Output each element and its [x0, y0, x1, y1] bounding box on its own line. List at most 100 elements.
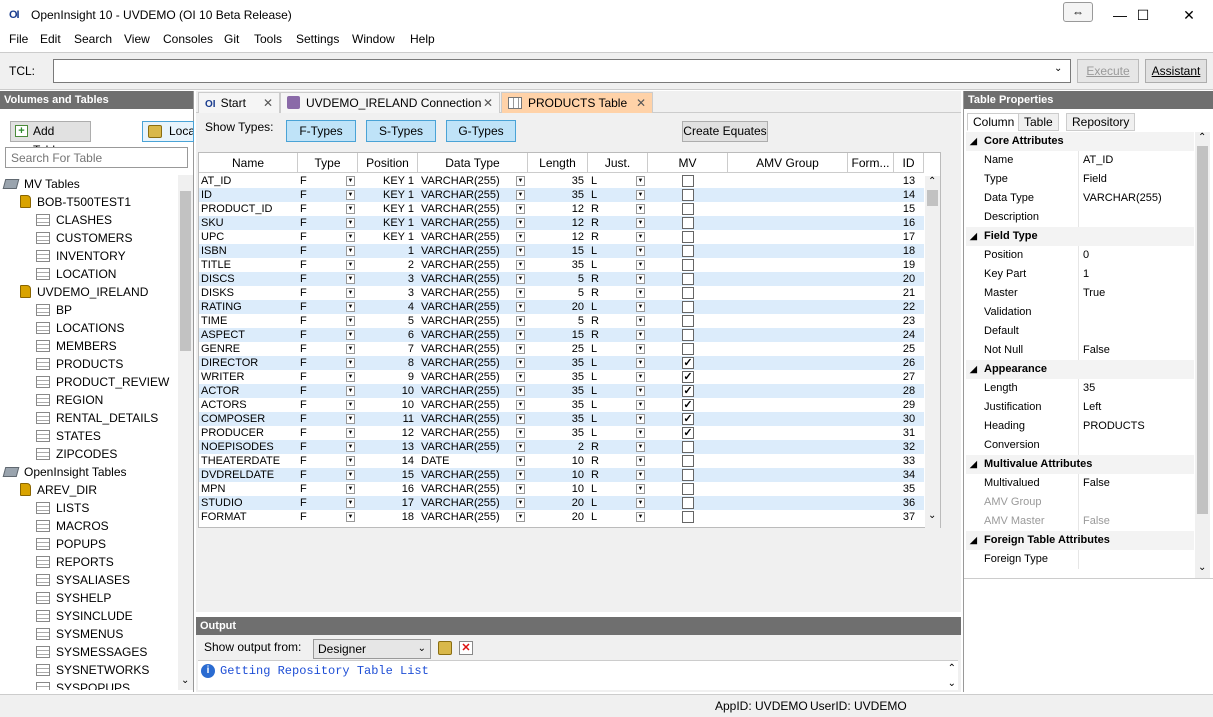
dropdown-arrow-icon[interactable]: ▼ [516, 246, 525, 256]
table-row[interactable]: ACTOR F ▼ 10 VARCHAR(255) ▼ 35 L ▼ ✓ 28 [199, 384, 924, 398]
cell-length[interactable]: 35 [528, 370, 584, 384]
cell-length[interactable]: 35 [528, 426, 584, 440]
cell-data-type[interactable]: VARCHAR(255) [421, 398, 511, 412]
dropdown-arrow-icon[interactable]: ▼ [636, 176, 645, 186]
cell-position[interactable]: 10 [358, 398, 414, 412]
table-row[interactable]: AT_ID F ▼ KEY 1 VARCHAR(255) ▼ 35 L ▼ 13 [199, 174, 924, 188]
tree-item-group[interactable]: MV Tables [2, 175, 80, 193]
cell-type[interactable]: F [300, 510, 340, 524]
cell-length[interactable]: 20 [528, 300, 584, 314]
col-header-id[interactable]: ID [894, 153, 924, 173]
property-value[interactable]: AT_ID [1083, 151, 1113, 170]
cell-position[interactable]: 13 [358, 440, 414, 454]
col-header-amv-group[interactable]: AMV Group [728, 153, 848, 173]
property-value[interactable]: False [1083, 474, 1110, 493]
table-row[interactable]: ISBN F ▼ 1 VARCHAR(255) ▼ 15 L ▼ 18 [199, 244, 924, 258]
menu-git[interactable]: Git [224, 32, 239, 46]
dropdown-arrow-icon[interactable]: ▼ [516, 484, 525, 494]
tree-item-volume[interactable]: BOB-T500TEST1 [20, 193, 131, 211]
tree-item-table[interactable]: POPUPS [36, 535, 106, 553]
dropdown-arrow-icon[interactable]: ▼ [346, 190, 355, 200]
tree-item-table[interactable]: SYSALIASES [36, 571, 130, 589]
cell-type[interactable]: F [300, 356, 340, 370]
cell-name[interactable]: WRITER [201, 370, 296, 384]
cell-id[interactable]: 30 [896, 412, 922, 426]
chevron-up-icon[interactable]: ⌃ [928, 176, 936, 187]
dropdown-arrow-icon[interactable]: ▼ [516, 414, 525, 424]
dropdown-arrow-icon[interactable]: ▼ [516, 316, 525, 326]
dropdown-arrow-icon[interactable]: ▼ [516, 470, 525, 480]
mv-checkbox[interactable] [682, 441, 694, 453]
dropdown-arrow-icon[interactable]: ▼ [346, 428, 355, 438]
table-row[interactable]: NOEPISODES F ▼ 13 VARCHAR(255) ▼ 2 R ▼ 32 [199, 440, 924, 454]
cell-data-type[interactable]: VARCHAR(255) [421, 412, 511, 426]
dropdown-arrow-icon[interactable]: ▼ [636, 218, 645, 228]
table-row[interactable]: COMPOSER F ▼ 11 VARCHAR(255) ▼ 35 L ▼ ✓ 30 [199, 412, 924, 426]
cell-id[interactable]: 27 [896, 370, 922, 384]
tree-item-table[interactable]: SYSINCLUDE [36, 607, 133, 625]
property-row[interactable]: Multivalued False [966, 474, 1194, 493]
dropdown-arrow-icon[interactable]: ▼ [636, 484, 645, 494]
property-section[interactable]: ◢ Appearance [966, 360, 1194, 379]
tree-item-table[interactable]: SYSMENUS [36, 625, 123, 643]
mv-checkbox[interactable] [682, 497, 694, 509]
cell-id[interactable]: 34 [896, 468, 922, 482]
tree-item-table[interactable]: BP [36, 301, 72, 319]
table-row[interactable]: TIME F ▼ 5 VARCHAR(255) ▼ 5 R ▼ 23 [199, 314, 924, 328]
tree-item-table[interactable]: MACROS [36, 517, 109, 535]
table-row[interactable]: PRODUCER F ▼ 12 VARCHAR(255) ▼ 35 L ▼ ✓ 31 [199, 426, 924, 440]
cell-type[interactable]: F [300, 426, 340, 440]
cell-id[interactable]: 17 [896, 230, 922, 244]
property-value[interactable]: Field [1083, 170, 1107, 189]
dropdown-arrow-icon[interactable]: ▼ [516, 428, 525, 438]
collapse-icon[interactable]: ◢ [970, 227, 977, 246]
cell-data-type[interactable]: VARCHAR(255) [421, 370, 511, 384]
cell-id[interactable]: 36 [896, 496, 922, 510]
dropdown-arrow-icon[interactable]: ▼ [516, 190, 525, 200]
cell-data-type[interactable]: VARCHAR(255) [421, 328, 511, 342]
cell-name[interactable]: ID [201, 188, 296, 202]
create-equates-button[interactable]: Create Equates [682, 121, 768, 142]
collapse-icon[interactable]: ◢ [970, 531, 977, 550]
cell-name[interactable]: ASPECT [201, 328, 296, 342]
property-row[interactable]: Default [966, 322, 1194, 341]
dropdown-arrow-icon[interactable]: ▼ [636, 414, 645, 424]
dropdown-arrow-icon[interactable]: ▼ [346, 176, 355, 186]
dropdown-arrow-icon[interactable]: ▼ [636, 232, 645, 242]
dropdown-arrow-icon[interactable]: ▼ [346, 274, 355, 284]
cell-name[interactable]: DIRECTOR [201, 356, 296, 370]
cell-just[interactable]: R [591, 216, 621, 230]
copy-output-icon[interactable] [438, 641, 452, 655]
dropdown-arrow-icon[interactable]: ▼ [346, 288, 355, 298]
mv-checkbox[interactable]: ✓ [682, 385, 694, 397]
dropdown-arrow-icon[interactable]: ▼ [346, 260, 355, 270]
cell-length[interactable]: 12 [528, 216, 584, 230]
menu-consoles[interactable]: Consoles [163, 32, 213, 46]
dropdown-arrow-icon[interactable]: ▼ [346, 218, 355, 228]
cell-position[interactable]: 4 [358, 300, 414, 314]
tree-item-volume[interactable]: UVDEMO_IRELAND [20, 283, 148, 301]
cell-id[interactable]: 31 [896, 426, 922, 440]
tree-item-table[interactable]: ZIPCODES [36, 445, 117, 463]
tree-item-table[interactable]: REPORTS [36, 553, 114, 571]
tree-item-table[interactable]: CUSTOMERS [36, 229, 132, 247]
property-row[interactable]: Master True [966, 284, 1194, 303]
cell-name[interactable]: AT_ID [201, 174, 296, 188]
chevron-down-icon[interactable]: ⌄ [928, 510, 936, 521]
tab-column[interactable]: Column [967, 113, 1021, 131]
cell-just[interactable]: L [591, 510, 621, 524]
cell-length[interactable]: 25 [528, 342, 584, 356]
cell-just[interactable]: L [591, 412, 621, 426]
tree-item-table[interactable]: MEMBERS [36, 337, 117, 355]
tree-item-table[interactable]: RENTAL_DETAILS [36, 409, 158, 427]
cell-id[interactable]: 18 [896, 244, 922, 258]
clear-output-icon[interactable]: ✕ [459, 641, 473, 655]
cell-length[interactable]: 5 [528, 272, 584, 286]
cell-type[interactable]: F [300, 174, 340, 188]
cell-type[interactable]: F [300, 496, 340, 510]
cell-type[interactable]: F [300, 440, 340, 454]
property-row[interactable]: Not Null False [966, 341, 1194, 360]
close-icon[interactable]: ✕ [263, 93, 273, 113]
cell-name[interactable]: DISCS [201, 272, 296, 286]
property-row[interactable]: Position 0 [966, 246, 1194, 265]
